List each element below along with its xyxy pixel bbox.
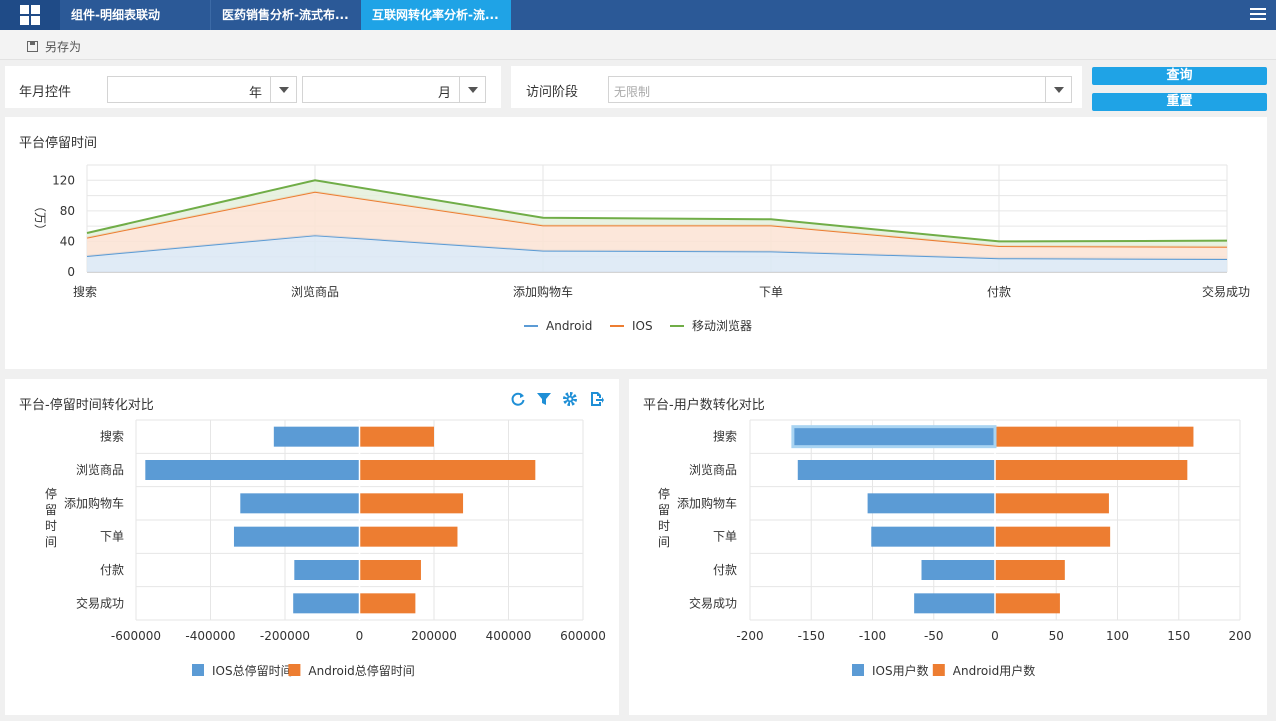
x-tick-label: 150 [1167, 629, 1190, 643]
bar-Android用户数 [995, 426, 1194, 447]
x-tick-label: 200 [1229, 629, 1252, 643]
y-tick-label: 添加购物车 [677, 495, 737, 510]
bar-IOS用户数 [921, 560, 995, 580]
y-tick-label: 下单 [713, 530, 737, 544]
y-tick-label: 交易成功 [689, 595, 737, 610]
legend-label: IOS用户数 [872, 663, 929, 678]
bar-Android用户数 [995, 526, 1111, 547]
x-tick-label: 50 [1049, 629, 1064, 643]
x-tick-label: 0 [991, 629, 999, 643]
x-tick-label: 100 [1106, 629, 1129, 643]
x-tick-label: -100 [859, 629, 886, 643]
legend-marker [932, 664, 945, 676]
bar-Android用户数 [995, 560, 1065, 580]
x-tick-label: -50 [924, 629, 944, 643]
bar-IOS用户数 [792, 426, 995, 447]
legend-label: Android用户数 [953, 663, 1035, 678]
x-tick-label: -150 [798, 629, 825, 643]
bar-Android用户数 [995, 460, 1188, 480]
y-tick-label: 搜索 [713, 429, 737, 444]
y-axis-label: 停留时间 [658, 486, 670, 549]
bar-IOS用户数 [797, 460, 995, 480]
y-tick-label: 付款 [713, 563, 737, 577]
bar-IOS用户数 [914, 593, 995, 614]
user-compare-chart: 搜索浏览商品添加购物车下单付款交易成功 -200 -150 -100 -50 0 50 100… [658, 419, 1252, 678]
x-tick-label: -200 [736, 629, 763, 643]
y-tick-label: 浏览商品 [689, 462, 737, 477]
bar-Android用户数 [995, 493, 1109, 514]
bar-IOS用户数 [867, 493, 995, 514]
legend-marker [852, 664, 864, 676]
bar-Android用户数 [995, 593, 1060, 614]
bar-IOS用户数 [871, 526, 995, 547]
